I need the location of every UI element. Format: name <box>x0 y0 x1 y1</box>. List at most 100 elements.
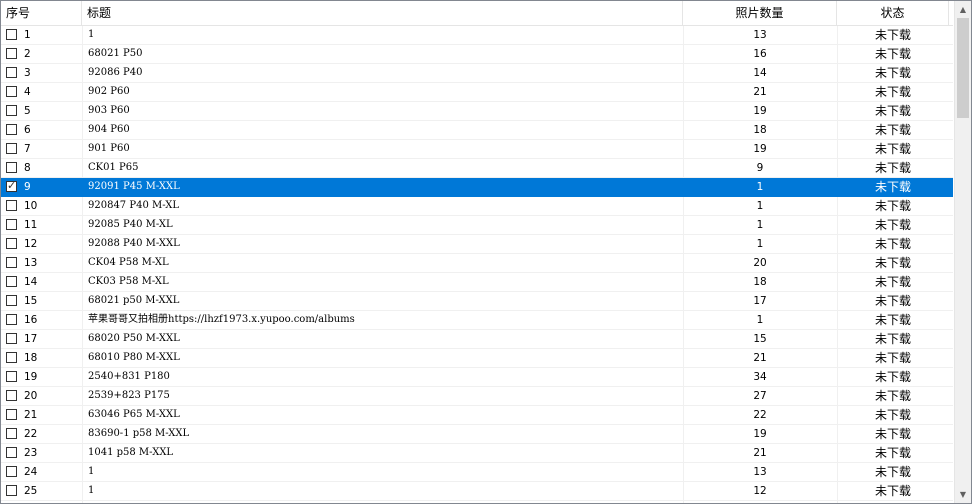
row-checkbox[interactable]: ✓ <box>6 390 17 401</box>
row-checkbox[interactable]: ✓ <box>6 67 17 78</box>
row-checkbox[interactable]: ✓ <box>6 352 17 363</box>
row-title: 68021 p50 M-XXL <box>88 295 180 306</box>
row-checkbox[interactable]: ✓ <box>6 295 17 306</box>
table-row[interactable]: ✓ 19 2540+831 P180 34 未下载 <box>1 368 953 387</box>
row-checkbox[interactable]: ✓ <box>6 238 17 249</box>
column-header-title[interactable]: 标题 <box>82 1 683 25</box>
row-checkbox[interactable]: ✓ <box>6 409 17 420</box>
table-row[interactable]: ✓ 2 68021 P50 16 未下载 <box>1 45 953 64</box>
table-row[interactable]: ✓ 6 904 P60 18 未下载 <box>1 121 953 140</box>
scrollbar-thumb[interactable] <box>957 18 969 118</box>
row-index: 12 <box>24 238 38 250</box>
row-checkbox[interactable]: ✓ <box>6 143 17 154</box>
table-row[interactable]: ✓ 16 苹果哥哥又拍相册https://lhzf1973.x.yupoo.com/… <box>1 311 953 330</box>
row-status: 未下载 <box>874 294 911 308</box>
row-status: 未下载 <box>874 85 911 99</box>
row-status: 未下载 <box>874 123 911 137</box>
row-index: 15 <box>24 295 38 307</box>
table-row[interactable]: ✓ 11 92085 P40 M-XL 1 未下载 <box>1 216 953 235</box>
row-checkbox[interactable]: ✓ <box>6 124 17 135</box>
row-title: 903 P60 <box>88 105 130 116</box>
row-photo-count: 1 <box>756 314 764 326</box>
row-photo-count: 1 <box>756 238 764 250</box>
row-index: 17 <box>24 333 38 345</box>
table-row[interactable]: ✓ 10 920847 P40 M-XL 1 未下载 <box>1 197 953 216</box>
column-header-photo-count[interactable]: 照片数量 <box>683 1 837 25</box>
row-title: 2540+831 P180 <box>88 371 170 382</box>
table-row[interactable]: ✓ 15 68021 p50 M-XXL 17 未下载 <box>1 292 953 311</box>
list-rows: ✓1113未下载✓268021 P5016未下载✓392086 P4014未下载… <box>1 26 953 501</box>
table-row[interactable]: ✓ 14 CK03 P58 M-XL 18 未下载 <box>1 273 953 292</box>
row-status: 未下载 <box>874 199 911 213</box>
row-photo-count: 20 <box>753 257 767 269</box>
row-checkbox[interactable]: ✓ <box>6 86 17 97</box>
row-index: 24 <box>24 466 38 478</box>
row-checkbox[interactable]: ✓ <box>6 257 17 268</box>
row-photo-count: 1 <box>756 219 764 231</box>
row-index: 22 <box>24 428 38 440</box>
row-title: CK01 P65 <box>88 162 139 173</box>
table-row[interactable]: ✓ 5 903 P60 19 未下载 <box>1 102 953 121</box>
row-checkbox[interactable]: ✓ <box>6 314 17 325</box>
table-row[interactable]: ✓ 4 902 P60 21 未下载 <box>1 83 953 102</box>
table-row[interactable]: ✓ 25 1 12 未下载 <box>1 482 953 501</box>
row-status: 未下载 <box>874 237 911 251</box>
table-row[interactable]: ✓ 7 901 P60 19 未下载 <box>1 140 953 159</box>
table-row[interactable]: ✓ 8 CK01 P65 9 未下载 <box>1 159 953 178</box>
row-title: 904 P60 <box>88 124 130 135</box>
row-title: 63046 P65 M-XXL <box>88 409 180 420</box>
table-row[interactable]: ✓ 12 92088 P40 M-XXL 1 未下载 <box>1 235 953 254</box>
row-status: 未下载 <box>874 275 911 289</box>
row-index: 20 <box>24 390 38 402</box>
row-index: 8 <box>24 162 31 174</box>
row-checkbox[interactable]: ✓ <box>6 333 17 344</box>
row-checkbox[interactable]: ✓ <box>6 219 17 230</box>
column-header-index[interactable]: 序号 <box>1 1 82 25</box>
table-row[interactable]: ✓ 21 63046 P65 M-XXL 22 未下载 <box>1 406 953 425</box>
row-status: 未下载 <box>874 427 911 441</box>
table-row[interactable]: ✓ 1 1 13 未下载 <box>1 26 953 45</box>
row-photo-count: 22 <box>753 409 767 421</box>
table-row[interactable]: ✓ 9 92091 P45 M-XXL 1 未下载 <box>1 178 953 197</box>
row-photo-count: 21 <box>753 447 767 459</box>
row-index: 4 <box>24 86 31 98</box>
row-checkbox[interactable]: ✓ <box>6 200 17 211</box>
row-checkbox[interactable]: ✓ <box>6 162 17 173</box>
row-checkbox[interactable]: ✓ <box>6 485 17 496</box>
scroll-up-arrow-icon[interactable]: ▲ <box>955 1 971 18</box>
table-row[interactable]: ✓ 24 1 13 未下载 <box>1 463 953 482</box>
table-row[interactable]: ✓ 22 83690-1 p58 M-XXL 19 未下载 <box>1 425 953 444</box>
row-title: 68020 P50 M-XXL <box>88 333 180 344</box>
row-checkbox[interactable]: ✓ <box>6 276 17 287</box>
table-row[interactable]: ✓ 3 92086 P40 14 未下载 <box>1 64 953 83</box>
row-checkbox[interactable]: ✓ <box>6 48 17 59</box>
row-index: 9 <box>24 181 31 193</box>
column-header-status[interactable]: 状态 <box>837 1 949 25</box>
row-status: 未下载 <box>874 389 911 403</box>
row-checkbox[interactable]: ✓ <box>6 179 17 192</box>
row-index: 21 <box>24 409 38 421</box>
scroll-down-arrow-icon[interactable]: ▼ <box>955 486 971 503</box>
table-row[interactable]: ✓ 13 CK04 P58 M-XL 20 未下载 <box>1 254 953 273</box>
row-checkbox[interactable]: ✓ <box>6 29 17 40</box>
table-row[interactable]: ✓ 23 1041 p58 M-XXL 21 未下载 <box>1 444 953 463</box>
album-list-view[interactable]: 序号 标题 照片数量 状态 ✓1113未下载✓268021 P5016未下载✓3… <box>0 0 972 504</box>
vertical-scrollbar[interactable]: ▲ ▼ <box>954 1 971 503</box>
row-photo-count: 9 <box>756 162 764 174</box>
table-row[interactable]: ✓ 17 68020 P50 M-XXL 15 未下载 <box>1 330 953 349</box>
row-photo-count: 27 <box>753 390 767 402</box>
row-checkbox[interactable]: ✓ <box>6 466 17 477</box>
row-title: 901 P60 <box>88 143 130 154</box>
row-checkbox[interactable]: ✓ <box>6 447 17 458</box>
row-checkbox[interactable]: ✓ <box>6 105 17 116</box>
row-checkbox[interactable]: ✓ <box>6 428 17 439</box>
checkmark-icon: ✓ <box>7 179 17 192</box>
row-index: 3 <box>24 67 31 79</box>
row-title: 苹果哥哥又拍相册https://lhzf1973.x.yupoo.com/alb… <box>88 314 355 325</box>
row-title: 83690-1 p58 M-XXL <box>88 428 190 439</box>
row-checkbox[interactable]: ✓ <box>6 371 17 382</box>
row-photo-count: 13 <box>753 29 767 41</box>
table-row[interactable]: ✓ 20 2539+823 P175 27 未下载 <box>1 387 953 406</box>
row-index: 18 <box>24 352 38 364</box>
table-row[interactable]: ✓ 18 68010 P80 M-XXL 21 未下载 <box>1 349 953 368</box>
